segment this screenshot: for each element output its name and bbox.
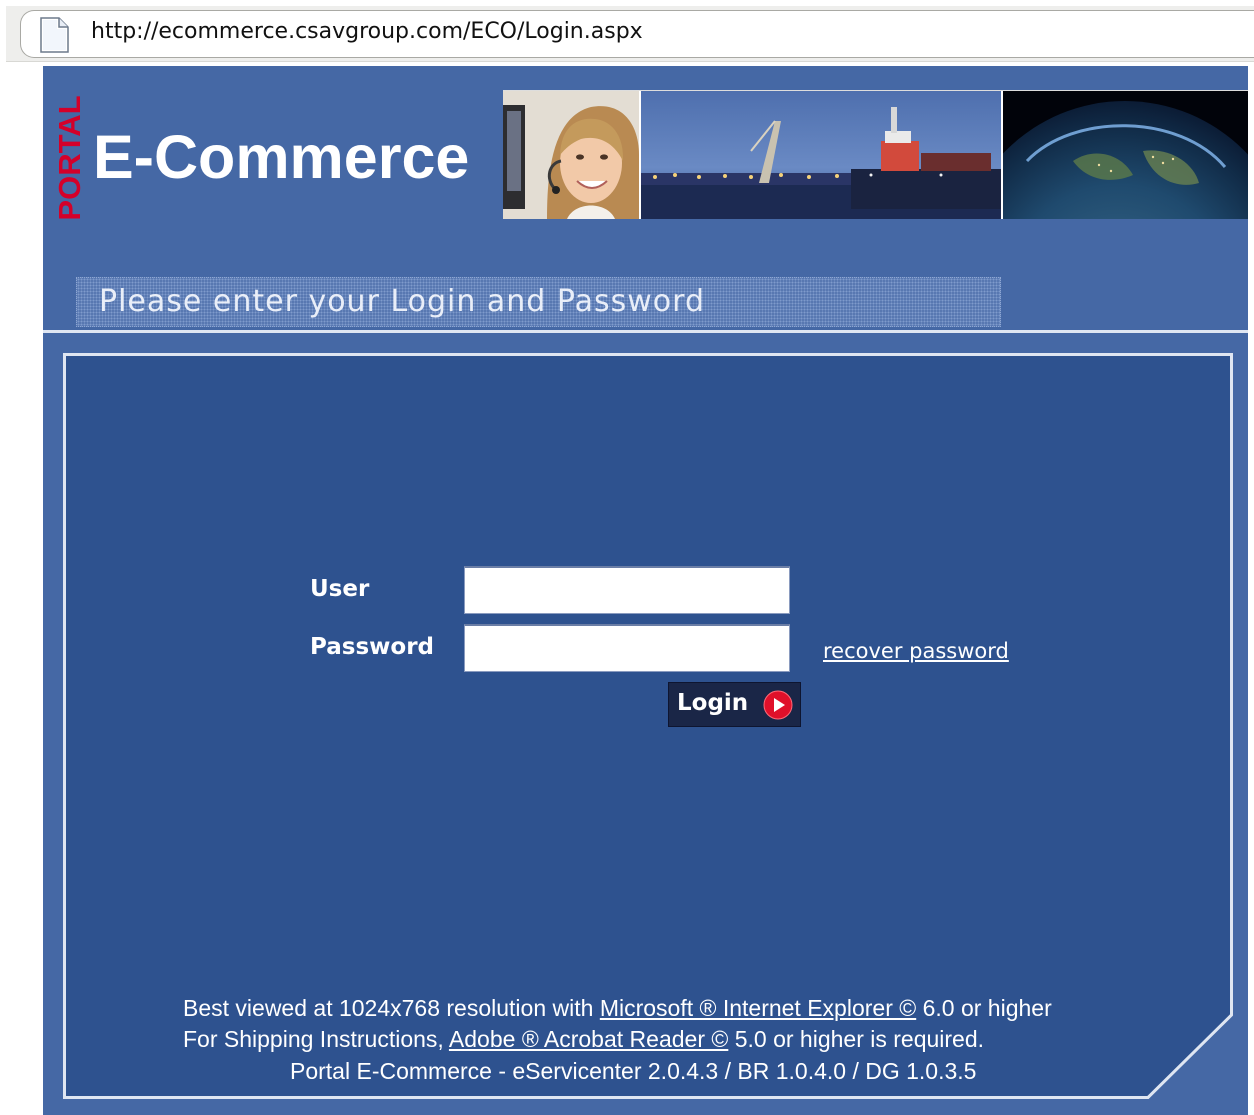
- login-button-label: Login: [677, 690, 749, 716]
- password-label: Password: [310, 634, 434, 660]
- login-prompt: Please enter your Login and Password: [99, 284, 706, 319]
- earth-globe-photo: [1003, 91, 1248, 219]
- password-input[interactable]: [464, 624, 790, 672]
- acrobat-reader-link[interactable]: Adobe ® Acrobat Reader ©: [449, 1026, 728, 1052]
- header-divider: [43, 330, 1248, 333]
- url-field[interactable]: http://ecommerce.csavgroup.com/ECO/Login…: [20, 10, 1254, 58]
- recover-password-link[interactable]: recover password: [823, 639, 1009, 663]
- portal-frame: PORTAL E-Commerce Please enter your Logi…: [43, 66, 1248, 1115]
- footer-browser-note: Best viewed at 1024x768 resolution with …: [183, 995, 1052, 1021]
- footer-version: Portal E-Commerce - eServicenter 2.0.4.3…: [290, 1058, 977, 1084]
- browser-address-bar: http://ecommerce.csavgroup.com/ECO/Login…: [6, 6, 1254, 62]
- user-input[interactable]: [464, 566, 790, 614]
- login-prompt-bar: Please enter your Login and Password: [76, 277, 1001, 327]
- page-icon: [40, 17, 69, 53]
- login-panel: User Password: [63, 353, 1233, 1099]
- footer-acrobat-note: For Shipping Instructions, Adobe ® Acrob…: [183, 1026, 985, 1052]
- user-label: User: [310, 576, 370, 602]
- brand-title: E-Commerce: [93, 123, 470, 191]
- customer-service-agent-photo: [503, 91, 639, 219]
- url-text: http://ecommerce.csavgroup.com/ECO/Login…: [91, 19, 643, 44]
- container-port-photo: [641, 91, 1001, 219]
- login-button[interactable]: Login: [668, 682, 801, 727]
- portal-label: PORTAL: [55, 95, 85, 220]
- internet-explorer-link[interactable]: Microsoft ® Internet Explorer ©: [600, 995, 916, 1021]
- play-icon: [763, 690, 793, 720]
- header-banner: [503, 90, 1248, 219]
- portal-vertical-label: PORTAL: [55, 95, 85, 220]
